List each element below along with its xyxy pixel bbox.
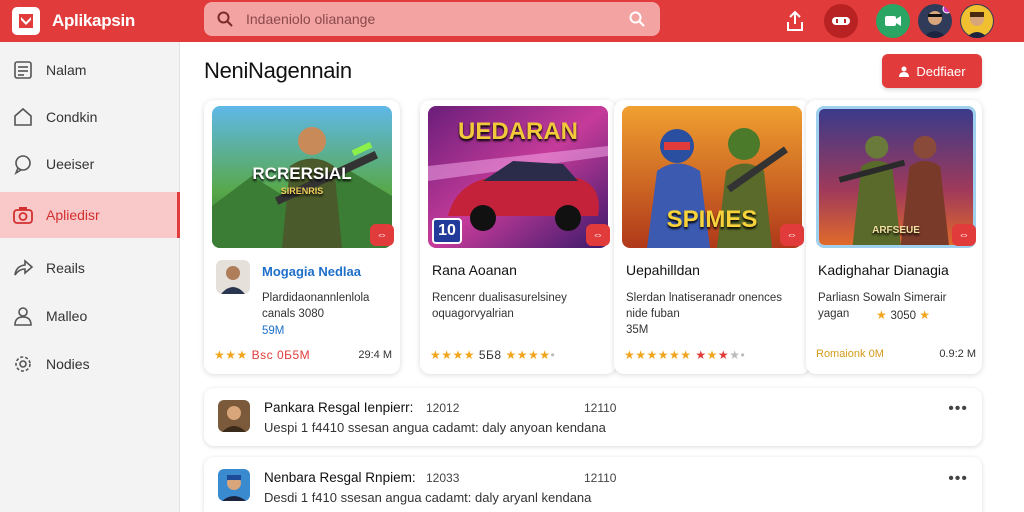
rating-stars: ★★★★★★ ★★★★• xyxy=(624,348,746,362)
sidebar: Nalam Condkin Ueeiser Apliedisr Reails M… xyxy=(0,42,180,512)
artwork-subtitle: SIRENRIS xyxy=(280,186,324,196)
artwork-title: UEDARAN xyxy=(458,118,578,145)
sidebar-item-malleo[interactable]: Malleo xyxy=(0,293,180,339)
card-action-badge[interactable]: ⇔ xyxy=(370,224,394,246)
sidebar-item-label: Nalam xyxy=(46,62,87,78)
gear-icon xyxy=(15,356,31,372)
sidebar-item-label: Apliedisr xyxy=(46,207,100,223)
sidebar-item-label: Reails xyxy=(46,260,85,276)
artwork-title: ARFSEUE xyxy=(872,225,920,236)
list-item-subtitle: Uespi 1 f4410 ssesan angua cadamt: daly … xyxy=(264,420,606,435)
camera-icon xyxy=(13,207,33,224)
app-logo[interactable] xyxy=(12,7,40,35)
card-footer: ★★★★ 5Б8 ★★★★• xyxy=(430,348,608,362)
rating-text: 5Б8 xyxy=(478,348,502,362)
sidebar-item-label: Ueeiser xyxy=(46,156,95,172)
logo-icon xyxy=(19,14,33,28)
app-size: 0.9:2 M xyxy=(939,348,976,360)
app-card[interactable]: RCRERSIAL SIRENRIS ⇔ Mogagia Nedlaa Plar… xyxy=(204,100,400,374)
page-title: NeniNagennain xyxy=(204,58,352,83)
sidebar-item-apliedisr[interactable]: Apliedisr xyxy=(0,192,180,238)
app-description: Rencenr dualisasurelsiney oquagorvyalria… xyxy=(432,292,567,320)
app-name: Rana Aoanan xyxy=(432,262,517,278)
sidebar-item-condkin[interactable]: Condkin xyxy=(0,94,180,140)
more-options-icon[interactable]: ••• xyxy=(948,400,968,418)
avatar xyxy=(218,469,250,501)
search-icon xyxy=(217,11,233,27)
search-submit-icon[interactable] xyxy=(628,10,646,28)
app-card[interactable]: SPIMES ⇔ Uepahilldan Slerdan lnatiserana… xyxy=(614,100,810,374)
user-icon xyxy=(899,66,910,77)
share-upload-icon[interactable] xyxy=(778,5,812,37)
list-item-number: 12033 xyxy=(426,471,460,485)
artwork-title: RCRERSIAL xyxy=(252,164,352,183)
avatar-secondary[interactable] xyxy=(960,4,994,38)
app-extra: 35M xyxy=(626,324,649,336)
avatar xyxy=(218,400,250,432)
app-size: 29:4 M xyxy=(358,349,392,361)
video-icon[interactable] xyxy=(876,4,910,38)
rating-stars: ★★★ Bsc 0Б5M xyxy=(214,348,311,362)
list-item[interactable]: Nenbara Resgal Rnpiem: 12033 12110 Desdi… xyxy=(204,457,982,512)
list-item-number: 12012 xyxy=(426,401,460,415)
list-item-title: Nenbara Resgal Rnpiem: xyxy=(264,470,416,485)
app-name: Mogagia Nedlaa xyxy=(262,264,361,279)
developer-avatar xyxy=(216,260,250,294)
list-item-title: Pankara Resgal Ienpierr: xyxy=(264,400,414,415)
app-name: Uepahilldan xyxy=(626,262,700,278)
app-extra: 59M xyxy=(262,325,285,337)
sidebar-item-ueeiser[interactable]: Ueeiser xyxy=(0,141,180,187)
rating-stars: ★★★★ 5Б8 ★★★★• xyxy=(430,348,556,362)
card-footer: ★★★ Bsc 0Б5M 29:4 M xyxy=(214,348,392,362)
app-card[interactable]: ARFSEUE ⇔ Kadighahar Dianagia Parliasn S… xyxy=(806,100,982,374)
primary-action-label: Dedfiaer xyxy=(916,63,966,79)
app-extra: ★ 3050 ★ xyxy=(876,308,931,322)
card-action-badge[interactable]: ⇔ xyxy=(586,224,610,246)
app-artwork: SPIMES xyxy=(622,106,802,248)
card-footer: ★★★★★★ ★★★★• xyxy=(624,348,802,362)
home-icon xyxy=(14,107,32,126)
list-item[interactable]: Pankara Resgal Ienpierr: 12012 12110 Ues… xyxy=(204,388,982,446)
top-bar: Aplikapsin xyxy=(0,0,1024,42)
chat-icon xyxy=(14,155,31,175)
app-artwork: UEDARAN 10 xyxy=(428,106,608,248)
avatar[interactable] xyxy=(918,4,952,38)
search-bar[interactable] xyxy=(204,2,660,36)
list-item-time: 12110 xyxy=(584,471,617,485)
app-description: Plardidaonannlenlola canals 3080 xyxy=(262,292,370,320)
list-item-time: 12110 xyxy=(584,401,617,415)
search-input[interactable] xyxy=(246,8,606,30)
sidebar-item-reails[interactable]: Reails xyxy=(0,245,180,291)
sidebar-item-label: Condkin xyxy=(46,109,98,125)
app-card[interactable]: UEDARAN 10 ⇔ Rana Aoanan Rencenr dualisa… xyxy=(420,100,616,374)
share-icon xyxy=(14,259,34,276)
corner-number-badge: 10 xyxy=(432,218,462,244)
app-description: Slerdan lnatiseranadr onences nide fuban xyxy=(626,292,782,320)
app-name: Kadighahar Dianagia xyxy=(818,262,949,278)
sidebar-item-nalam[interactable]: Nalam xyxy=(0,47,180,93)
card-action-badge[interactable]: ⇔ xyxy=(780,224,804,246)
card-footer: Romaionk 0M 0.9:2 M xyxy=(816,348,976,360)
sidebar-item-nodies[interactable]: Nodies xyxy=(0,341,180,387)
primary-action-button[interactable]: Dedfiaer xyxy=(882,54,982,88)
sidebar-item-label: Nodies xyxy=(46,356,90,372)
list-item-subtitle: Desdi 1 f410 ssesan angua cadamt: daly a… xyxy=(264,490,592,505)
artwork-title: SPIMES xyxy=(666,206,758,233)
sidebar-item-label: Malleo xyxy=(46,308,88,324)
app-title: Aplikapsin xyxy=(52,11,135,30)
gamepad-icon[interactable] xyxy=(824,4,858,38)
app-extra-value: 3050 xyxy=(890,310,917,322)
list-icon xyxy=(14,61,32,79)
card-action-badge[interactable]: ⇔ xyxy=(952,224,976,246)
more-options-icon[interactable]: ••• xyxy=(948,470,968,488)
user-icon xyxy=(14,307,32,326)
app-artwork: RCRERSIAL SIRENRIS xyxy=(212,106,392,248)
rating-text: Romaionk 0M xyxy=(816,348,884,360)
rating-text: Bsc 0Б5M xyxy=(251,348,311,362)
